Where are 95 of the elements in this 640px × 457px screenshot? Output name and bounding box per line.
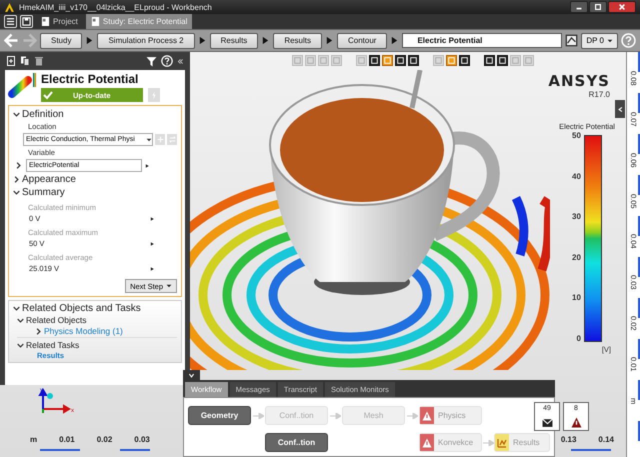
arrow-right-icon[interactable] <box>149 266 155 272</box>
section-heading: Related Objects and Tasks <box>22 303 141 314</box>
save-button[interactable] <box>20 15 33 28</box>
workflow-node[interactable]: Geometry <box>188 406 251 425</box>
breadcrumb-item[interactable]: Results <box>210 32 258 48</box>
breadcrumb-item[interactable]: Simulation Process 2 <box>97 32 195 48</box>
arrow-right-icon[interactable] <box>149 240 155 246</box>
back-arrow-icon[interactable] <box>4 33 19 48</box>
subsection-heading: Related Objects <box>26 315 86 325</box>
minimize-button[interactable] <box>570 1 588 13</box>
view-tool-button[interactable] <box>408 55 419 66</box>
close-icon <box>618 3 626 11</box>
legend-tick: 20 <box>572 252 581 262</box>
swap-icon <box>168 136 176 143</box>
help-icon[interactable] <box>161 55 173 67</box>
ruler-label: 0.14 <box>598 435 614 444</box>
ruler-label: 0.01 <box>59 435 75 444</box>
chevron-icon <box>85 36 94 45</box>
connector-arrow <box>406 412 418 418</box>
chevron-icon[interactable] <box>13 305 20 312</box>
trash-icon[interactable] <box>34 56 44 66</box>
view-tool-button[interactable] <box>497 55 508 66</box>
chevron-icon[interactable] <box>15 162 22 169</box>
related-object-link[interactable]: Physics Modeling (1) <box>44 326 123 336</box>
section-heading: Definition <box>22 109 64 120</box>
connector-arrow <box>482 440 494 446</box>
caret-icon <box>146 136 152 142</box>
lightning-icon <box>150 90 158 100</box>
subsection-heading: Related Tasks <box>26 340 80 350</box>
caret-icon <box>166 283 172 289</box>
legend-tick: 40 <box>572 172 581 181</box>
collapse-button[interactable] <box>183 370 200 380</box>
chevron-icon <box>390 36 400 45</box>
view-tool-button[interactable] <box>369 55 380 66</box>
check-icon <box>43 90 53 100</box>
chevron-icon <box>325 36 334 45</box>
breadcrumb-item[interactable]: Results <box>273 32 322 48</box>
maximize-icon <box>594 3 602 11</box>
close-button[interactable] <box>608 1 636 13</box>
envelope-icon <box>542 416 552 428</box>
caret-icon <box>607 38 613 44</box>
chevron-icon[interactable] <box>17 342 24 348</box>
ruler-label: m <box>30 435 38 444</box>
section-heading: Summary <box>22 187 65 198</box>
connector-arrow <box>252 412 264 418</box>
chevron-icon[interactable] <box>17 316 24 324</box>
ruler-label: 0.13 <box>560 435 576 444</box>
arrow-right-icon[interactable] <box>144 162 150 168</box>
page-icon <box>41 17 50 26</box>
arrow-right-icon[interactable] <box>149 216 155 222</box>
section-heading: Appearance <box>22 174 76 185</box>
collapse-button[interactable] <box>615 100 625 118</box>
breadcrumb-current: Electric Potential <box>402 33 562 48</box>
chevron-icon <box>188 372 195 378</box>
copy-icon[interactable] <box>20 56 30 66</box>
warning-icon <box>422 438 432 448</box>
chevron-icon[interactable] <box>13 111 20 118</box>
chevron-icon[interactable] <box>35 328 42 334</box>
collapse-icon[interactable] <box>177 58 184 64</box>
chevron-icon <box>261 36 270 45</box>
warning-icon <box>570 416 582 428</box>
workflow-node[interactable]: Conf..tion <box>265 433 328 452</box>
legend-tick: 50 <box>572 131 581 140</box>
legend-tick: 0 <box>576 334 581 343</box>
panel-title: Electric Potential <box>41 72 140 86</box>
plus-icon <box>156 136 164 143</box>
chevron-icon <box>616 106 624 112</box>
new-page-icon[interactable] <box>6 56 16 66</box>
contour-icon <box>8 72 38 98</box>
page-icon <box>90 17 100 26</box>
ruler-label: 0.03 <box>134 435 150 444</box>
design-point-dropdown[interactable]: DP 0 <box>581 32 618 48</box>
filter-icon[interactable] <box>146 56 157 66</box>
ruler-label: 0.02 <box>96 435 112 444</box>
view-tool-button[interactable] <box>459 55 470 66</box>
list-button[interactable] <box>4 15 17 28</box>
maximize-button[interactable] <box>589 1 607 13</box>
brand-name: ANSYS <box>548 72 610 90</box>
view-tool-button[interactable] <box>395 55 406 66</box>
chevron-icon[interactable] <box>13 176 20 183</box>
list-icon <box>6 17 15 26</box>
legend-tick: 30 <box>572 212 581 222</box>
chevron-icon[interactable] <box>13 189 20 196</box>
tab[interactable]: Project <box>36 14 83 29</box>
connector-arrow <box>330 412 340 418</box>
breadcrumb-item[interactable]: Study <box>40 32 82 48</box>
brand-version: R17.0 <box>588 90 610 99</box>
legend-tick: 10 <box>572 293 581 302</box>
warning-icon <box>422 410 432 420</box>
chart-icon <box>497 438 507 448</box>
chevron-icon <box>198 36 207 45</box>
breadcrumb-item[interactable]: Contour <box>337 32 388 48</box>
save-icon <box>22 17 31 26</box>
view-tool-button[interactable] <box>484 55 495 66</box>
window-title: HmekAIM_iiii_v170__04lzicka__ELproud - Workbench <box>19 2 213 12</box>
